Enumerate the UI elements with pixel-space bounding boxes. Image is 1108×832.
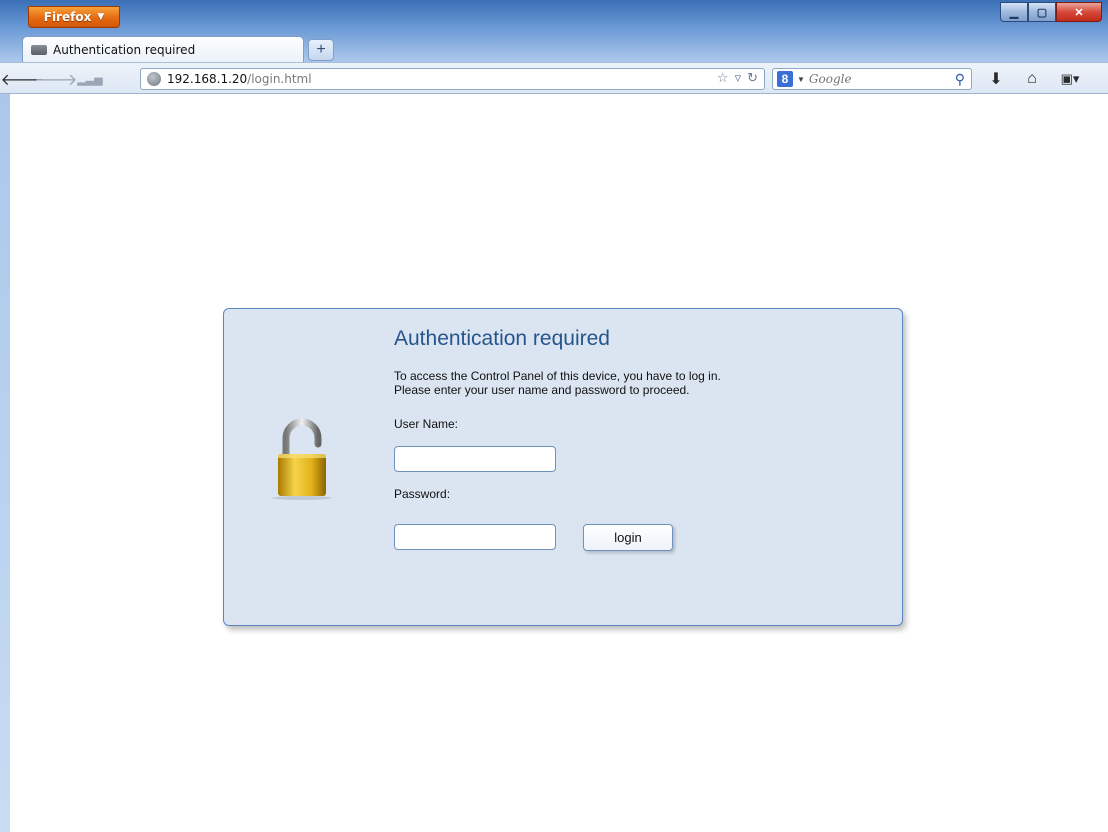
window-controls: ▁ ▢ ✕ <box>1000 2 1102 22</box>
firefox-menu-button[interactable]: Firefox ▼ <box>28 6 120 28</box>
firefox-menu-label: Firefox <box>43 10 92 24</box>
username-label: User Name: <box>394 417 459 431</box>
search-input[interactable] <box>808 72 929 86</box>
bookmarks-menu-icon[interactable]: ▣▾ <box>1060 69 1080 89</box>
new-tab-button[interactable]: + <box>308 39 334 61</box>
description-line-2: Please enter your user name and password… <box>394 383 690 397</box>
bookmark-star-icon[interactable]: ☆ <box>717 71 729 86</box>
page-favicon-icon <box>31 45 47 55</box>
page-title: Authentication required <box>394 327 610 350</box>
minimize-button[interactable]: ▁ <box>1000 2 1028 22</box>
navigation-toolbar: 🡐 🡒 ▂▃▅ 192.168.1.20/login.html ☆ ▿ ↻ 8 … <box>0 62 1108 94</box>
close-button[interactable]: ✕ <box>1056 2 1102 22</box>
reload-icon[interactable]: ↻ <box>747 71 758 86</box>
login-button[interactable]: login <box>583 524 673 551</box>
auth-description: To access the Control Panel of this devi… <box>394 369 721 397</box>
search-engine-dropdown-icon[interactable]: ▼ <box>797 75 805 84</box>
forward-arrow-icon[interactable]: 🡒 <box>35 69 78 89</box>
title-bar: Firefox ▼ ▁ ▢ ✕ <box>0 0 1108 34</box>
address-bar[interactable]: 192.168.1.20/login.html ☆ ▿ ↻ <box>140 68 765 90</box>
search-magnifier-icon[interactable]: ⚲ <box>955 71 965 88</box>
browser-window: Firefox ▼ ▁ ▢ ✕ Authentication required … <box>0 0 1108 832</box>
globe-icon <box>147 72 161 86</box>
password-field[interactable] <box>394 524 556 550</box>
username-field[interactable] <box>394 446 556 472</box>
url-actions: ☆ ▿ ↻ <box>717 71 758 86</box>
tab-strip: Authentication required + <box>0 34 1108 63</box>
padlock-icon <box>272 418 332 500</box>
maximize-button[interactable]: ▢ <box>1028 2 1056 22</box>
tab-title: Authentication required <box>53 43 196 57</box>
tab-authentication[interactable]: Authentication required <box>22 36 304 63</box>
chevron-down-icon: ▼ <box>97 12 105 22</box>
description-line-1: To access the Control Panel of this devi… <box>394 369 721 383</box>
url-host: 192.168.1.20 <box>167 72 248 86</box>
auth-dialog: Authentication required To access the Co… <box>223 308 903 626</box>
password-label: Password: <box>394 487 451 501</box>
back-arrow-icon[interactable]: 🡐 <box>1 69 44 89</box>
downloads-icon[interactable]: ⬇ <box>986 69 1006 89</box>
url-path: /login.html <box>247 72 312 86</box>
home-icon[interactable]: ⌂ <box>1022 69 1042 89</box>
google-logo-icon[interactable]: 8 <box>777 71 793 87</box>
signal-bars-icon: ▂▃▅ <box>77 73 103 86</box>
search-bar[interactable]: 8 ▼ ⚲ <box>772 68 972 90</box>
page-content: Authentication required To access the Co… <box>10 94 1108 832</box>
url-dropdown-icon[interactable]: ▿ <box>735 71 742 86</box>
